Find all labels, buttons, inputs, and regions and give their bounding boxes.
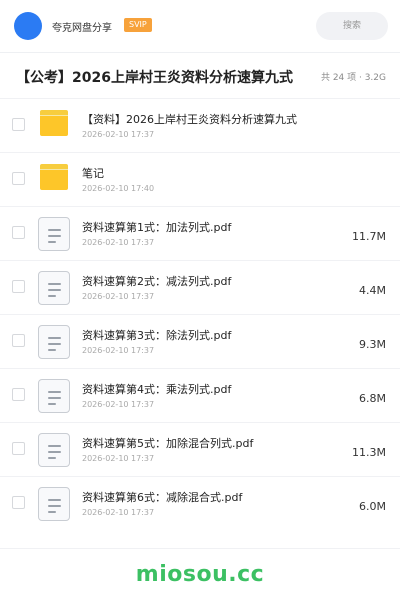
select-checkbox[interactable] <box>12 442 25 455</box>
file-size: 4.4M <box>359 284 386 297</box>
file-date: 2026-02-10 17:40 <box>82 184 155 193</box>
list-item-file[interactable]: 资料速算第2式：减法列式.pdf 2026-02-10 17:37 4.4M <box>0 260 400 314</box>
file-size: 9.3M <box>359 338 386 351</box>
file-date: 2026-02-10 17:37 <box>82 454 155 463</box>
list-item-folder[interactable]: 【资料】2026上岸村王炎资料分析速算九式 2026-02-10 17:37 <box>0 98 400 152</box>
file-date: 2026-02-10 17:37 <box>82 508 155 517</box>
list-item-folder[interactable]: 笔记 2026-02-10 17:40 <box>0 152 400 206</box>
file-name: 【资料】2026上岸村王炎资料分析速算九式 <box>82 113 297 126</box>
file-date: 2026-02-10 17:37 <box>82 292 155 301</box>
document-icon <box>38 379 72 413</box>
document-icon <box>38 217 72 251</box>
select-checkbox[interactable] <box>12 388 25 401</box>
list-item-file[interactable]: 资料速算第6式：减除混合式.pdf 2026-02-10 17:37 6.0M <box>0 476 400 530</box>
file-size: 11.3M <box>352 446 386 459</box>
share-header: 【公考】2026上岸村王炎资料分析速算九式 共 24 项 · 3.2G <box>0 53 400 98</box>
file-date: 2026-02-10 17:37 <box>82 130 155 139</box>
file-size: 6.0M <box>359 500 386 513</box>
file-date: 2026-02-10 17:37 <box>82 346 155 355</box>
file-name: 资料速算第3式：除法列式.pdf <box>82 329 232 342</box>
divider <box>0 548 400 549</box>
file-name: 资料速算第6式：减除混合式.pdf <box>82 491 243 504</box>
folder-icon <box>38 109 72 143</box>
document-icon <box>38 433 72 467</box>
share-meta: 共 24 项 · 3.2G <box>320 73 386 83</box>
list-item-file[interactable]: 资料速算第3式：除法列式.pdf 2026-02-10 17:37 9.3M <box>0 314 400 368</box>
list-item-file[interactable]: 资料速算第1式：加法列式.pdf 2026-02-10 17:37 11.7M <box>0 206 400 260</box>
select-checkbox[interactable] <box>12 334 25 347</box>
search-button[interactable]: 搜索 <box>316 12 388 40</box>
file-name: 资料速算第1式：加法列式.pdf <box>82 221 232 234</box>
file-size: 6.8M <box>359 392 386 405</box>
select-checkbox[interactable] <box>12 226 25 239</box>
file-name: 资料速算第4式：乘法列式.pdf <box>82 383 232 396</box>
file-name: 笔记 <box>82 167 104 180</box>
file-name: 资料速算第5式：加除混合列式.pdf <box>82 437 254 450</box>
select-checkbox[interactable] <box>12 496 25 509</box>
select-checkbox[interactable] <box>12 118 25 131</box>
document-icon <box>38 271 72 305</box>
watermark: miosou.cc <box>135 562 265 587</box>
svip-badge: SVIP <box>124 18 152 32</box>
file-date: 2026-02-10 17:37 <box>82 400 155 409</box>
document-icon <box>38 325 72 359</box>
file-list: 【资料】2026上岸村王炎资料分析速算九式 2026-02-10 17:37 笔… <box>0 98 400 530</box>
avatar[interactable] <box>14 12 42 40</box>
select-checkbox[interactable] <box>12 172 25 185</box>
document-icon <box>38 487 72 521</box>
share-title: 【公考】2026上岸村王炎资料分析速算九式 <box>16 70 293 86</box>
folder-icon <box>38 163 72 197</box>
top-bar: 夸克网盘分享 SVIP 搜索 <box>0 0 400 52</box>
app-name: 夸克网盘分享 <box>52 23 112 34</box>
file-date: 2026-02-10 17:37 <box>82 238 155 247</box>
file-size: 11.7M <box>352 230 386 243</box>
list-item-file[interactable]: 资料速算第4式：乘法列式.pdf 2026-02-10 17:37 6.8M <box>0 368 400 422</box>
file-name: 资料速算第2式：减法列式.pdf <box>82 275 232 288</box>
select-checkbox[interactable] <box>12 280 25 293</box>
list-item-file[interactable]: 资料速算第5式：加除混合列式.pdf 2026-02-10 17:37 11.3… <box>0 422 400 476</box>
